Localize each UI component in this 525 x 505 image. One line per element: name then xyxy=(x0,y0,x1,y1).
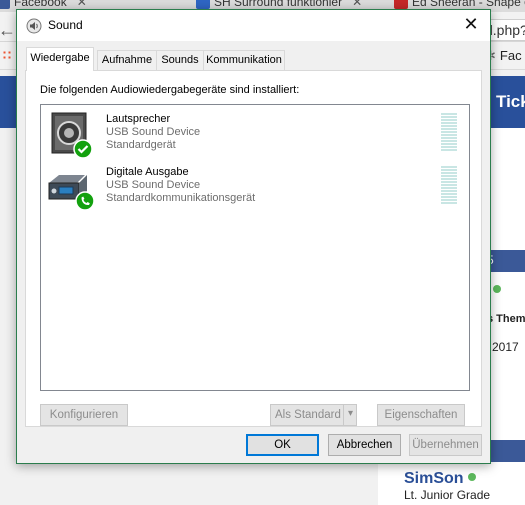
online-status-icon xyxy=(467,473,476,481)
sidebar-year: 2017 xyxy=(492,340,519,354)
cancel-button[interactable]: Abbrechen xyxy=(328,434,401,456)
page-header-title[interactable]: Tick xyxy=(496,92,525,112)
title-bar[interactable]: Sound ✕ xyxy=(17,10,490,41)
apply-button[interactable]: Übernehmen xyxy=(409,434,482,456)
panel-heading: Die folgenden Audiowiedergabegeräte sind… xyxy=(40,84,300,96)
digital-output-icon xyxy=(48,175,95,211)
volume-meter xyxy=(441,166,457,204)
chevron-down-icon[interactable]: ▾ xyxy=(343,405,357,425)
list-item[interactable]: Digitale Ausgabe USB Sound Device Standa… xyxy=(41,163,469,213)
playback-tab-panel: Die folgenden Audiowiedergabegeräte sind… xyxy=(25,70,482,427)
sound-dialog: Sound ✕ Wiedergabe Aufnahme Sounds Kommu… xyxy=(16,9,491,464)
device-status: Standardkommunikationsgerät xyxy=(106,192,256,204)
device-name: Lautsprecher xyxy=(106,113,171,125)
tab-aufnahme[interactable]: Aufnahme xyxy=(97,50,157,70)
phone-badge-icon xyxy=(75,191,95,211)
online-status-icon xyxy=(493,285,501,293)
dialog-title: Sound xyxy=(48,18,83,32)
volume-meter xyxy=(441,113,457,151)
tab-sounds[interactable]: Sounds xyxy=(156,50,204,70)
facebook-favicon-icon xyxy=(0,0,10,9)
close-icon: ✕ xyxy=(463,14,479,34)
close-button[interactable]: ✕ xyxy=(452,10,490,41)
device-type: USB Sound Device xyxy=(106,126,201,138)
device-name: Digitale Ausgabe xyxy=(106,166,189,178)
tab-kommunikation[interactable]: Kommunikation xyxy=(203,50,285,70)
close-tab-icon[interactable]: ✕ xyxy=(352,0,362,9)
speaker-icon xyxy=(51,112,93,159)
back-arrow-icon[interactable]: ← xyxy=(0,20,16,41)
device-list[interactable]: Lautsprecher USB Sound Device Standardge… xyxy=(40,104,470,391)
tab-wiedergabe[interactable]: Wiedergabe xyxy=(26,47,94,71)
sidebar-themen-label[interactable]: s Them xyxy=(487,313,525,325)
close-tab-icon[interactable]: ✕ xyxy=(77,0,87,9)
properties-button[interactable]: Eigenschaften xyxy=(377,404,465,426)
forum-favicon-icon xyxy=(196,0,210,9)
device-type: USB Sound Device xyxy=(106,179,201,191)
configure-button[interactable]: Konfigurieren xyxy=(40,404,128,426)
speaker-icon xyxy=(26,18,42,34)
user-rank: Lt. Junior Grade xyxy=(404,488,491,502)
youtube-favicon-icon xyxy=(394,0,408,9)
list-item[interactable]: Lautsprecher USB Sound Device Standardge… xyxy=(41,110,469,160)
ok-button[interactable]: OK xyxy=(246,434,319,456)
username[interactable]: SimSon xyxy=(404,470,476,488)
apps-icon[interactable] xyxy=(2,50,12,60)
device-status: Standardgerät xyxy=(106,139,176,151)
